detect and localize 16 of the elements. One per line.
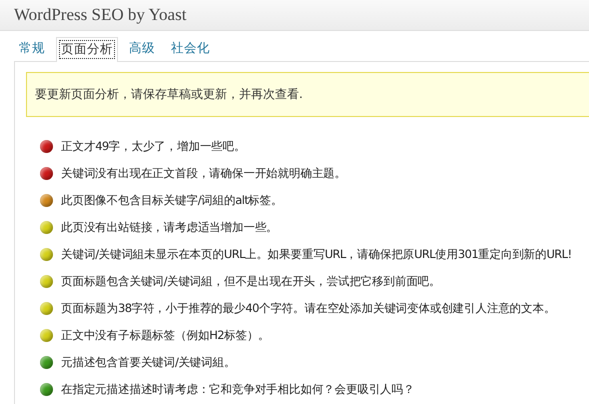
analysis-result: 页面标题包含关键词/关键词組，但不是出现在开头，尝试把它移到前面吧。 [61, 274, 440, 289]
analysis-result: 此页没有出站链接，请考虑适当增加一些。 [61, 220, 278, 235]
analysis-result: 关键词/关键词組未显示在本页的URL上。如果要重写URL，请确保把原URL使用301重定向到新的URL! [61, 247, 572, 262]
analysis-result: 此页图像不包含目标关键字/词組的alt标签。 [61, 193, 282, 208]
analysis-result: 元描述包含首要关键词/关键词組。 [61, 355, 236, 370]
window-title: WordPress SEO by Yoast [14, 5, 186, 25]
tab[interactable]: 页面分析 [56, 37, 118, 62]
analysis-result: 在指定元描述描述时请考虑：它和竞争对手相比如何？会更吸引人吗？ [61, 382, 414, 397]
analysis-result: 关键词没有出现在正文首段，请确保一开始就明确主题。 [61, 166, 346, 181]
notice-message: 要更新页面分析，请保存草稿或更新，并再次查看. [26, 72, 589, 117]
analysis-result: 页面标题为38字符，小于推荐的最少40个字符。请在空处添加关键词变体或创建引人注意的文本。 [61, 301, 556, 316]
tab[interactable]: 常规 [14, 36, 50, 61]
tab[interactable]: 社会化 [166, 36, 215, 61]
analysis-result: 正文才49字，太少了，增加一些吧。 [61, 139, 246, 154]
tab[interactable]: 高级 [124, 36, 160, 61]
analysis-result: 正文中没有子标题标签（例如H2标签）。 [61, 328, 270, 343]
